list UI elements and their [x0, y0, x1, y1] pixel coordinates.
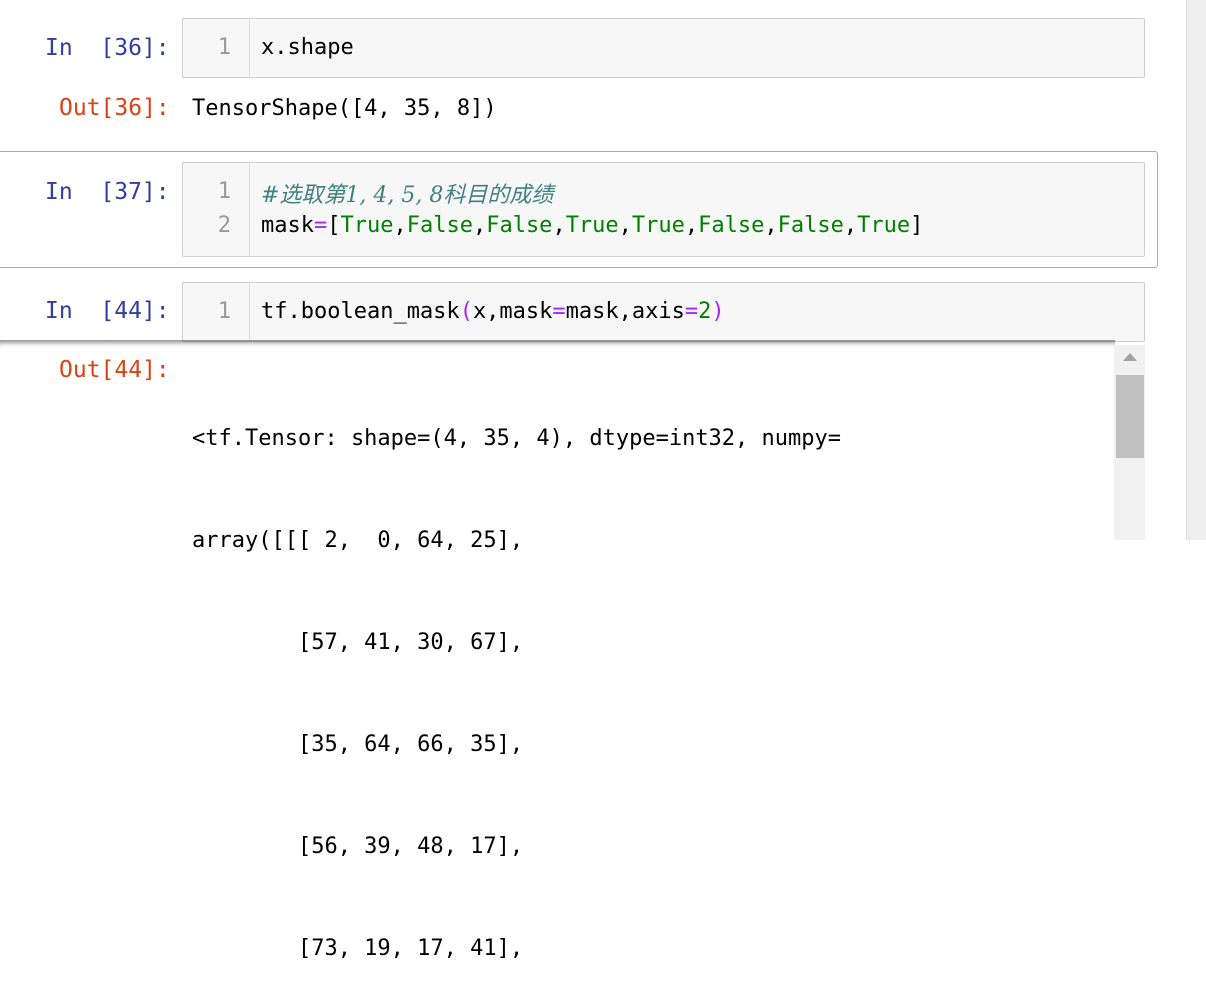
- output-prompt-44: Out[44]:: [59, 357, 170, 383]
- code-editor-36[interactable]: 1 x.shape: [182, 18, 1145, 78]
- output-line: [57, 41, 30, 67],: [192, 630, 524, 655]
- page-scrollbar[interactable]: [1186, 0, 1206, 540]
- paren-token: ): [711, 299, 725, 324]
- output-text-36: TensorShape([4, 35, 8]): [192, 96, 497, 121]
- function-token: tf.boolean_mask: [261, 299, 460, 324]
- sep-token: ,: [472, 213, 487, 238]
- output-scrollbar[interactable]: [1114, 345, 1145, 540]
- bool-token: False: [406, 213, 473, 238]
- output-line: [35, 64, 66, 35],: [192, 732, 524, 757]
- code-line[interactable]: mask=[True,False,False,True,True,False,F…: [261, 213, 923, 238]
- operator-token: =: [313, 213, 328, 238]
- sep-token: ,: [618, 213, 632, 238]
- code-line[interactable]: x.shape: [261, 35, 354, 60]
- sep-token: ,: [843, 213, 858, 238]
- output-line: <tf.Tensor: shape=(4, 35, 4), dtype=int3…: [192, 426, 842, 451]
- sep-token: ,: [393, 213, 407, 238]
- var-token: mask: [261, 213, 314, 238]
- code-line[interactable]: tf.boolean_mask(x,mask=mask,axis=2): [261, 299, 725, 324]
- operator-token: =: [552, 299, 566, 324]
- output-scroll-shadow: [0, 340, 1115, 348]
- number-token: 2: [698, 299, 712, 324]
- bracket-token: [: [327, 213, 341, 238]
- input-prompt-44: In [44]:: [45, 298, 170, 324]
- sep-token: ,: [684, 213, 699, 238]
- input-prompt-37: In [37]:: [45, 179, 170, 205]
- output-text-44: <tf.Tensor: shape=(4, 35, 4), dtype=int3…: [192, 354, 841, 1000]
- scroll-up-arrow-icon[interactable]: [1123, 353, 1137, 361]
- line-gutter: 1: [183, 283, 250, 341]
- bool-token: True: [565, 213, 619, 238]
- line-number: 2: [217, 213, 231, 238]
- line-gutter: 1 2: [183, 163, 250, 256]
- code-editor-37[interactable]: 1 2 #选取第1, 4, 5, 8科目的成绩 mask=[True,False…: [182, 162, 1145, 257]
- operator-token: =: [684, 299, 699, 324]
- line-number: 1: [217, 179, 231, 204]
- input-prompt-36: In [36]:: [45, 35, 170, 61]
- output-line: [73, 19, 17, 41],: [192, 936, 524, 961]
- bool-token: False: [777, 213, 844, 238]
- bracket-token: ]: [910, 213, 924, 238]
- scrollbar-thumb[interactable]: [1116, 375, 1144, 458]
- line-number: 1: [217, 35, 231, 60]
- code-comment[interactable]: #选取第1, 4, 5, 8科目的成绩: [261, 177, 553, 209]
- bool-token: True: [631, 213, 685, 238]
- bool-token: True: [340, 213, 394, 238]
- line-gutter: 1: [183, 19, 250, 77]
- sep-token: ,: [764, 213, 778, 238]
- output-line: [56, 39, 48, 17],: [192, 834, 524, 859]
- bool-token: False: [698, 213, 765, 238]
- arg-token: x,mask: [472, 299, 553, 324]
- arg-token: mask,axis: [565, 299, 685, 324]
- line-number: 1: [217, 299, 231, 324]
- code-editor-44[interactable]: 1 tf.boolean_mask(x,mask=mask,axis=2): [182, 282, 1145, 342]
- sep-token: ,: [552, 213, 566, 238]
- output-prompt-36: Out[36]:: [59, 95, 170, 121]
- bool-token: True: [857, 213, 911, 238]
- bool-token: False: [486, 213, 553, 238]
- paren-token: (: [459, 299, 473, 324]
- output-line: array([[[ 2, 0, 64, 25],: [192, 528, 524, 553]
